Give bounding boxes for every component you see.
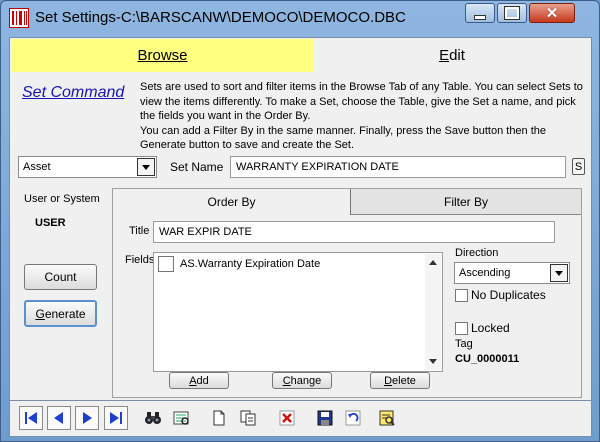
delete-record-button[interactable] [275,406,299,430]
table-select-value: Asset [23,161,51,173]
field-checkbox[interactable] [158,256,174,272]
add-mnemonic: A [189,374,197,387]
list-view-icon [173,411,189,425]
tag-value: CU_0000011 [455,353,520,365]
title-input[interactable]: WAR EXPIR DATE [153,221,555,243]
maximize-button[interactable] [497,3,527,23]
user-or-system-value: USER [35,217,66,229]
tab-browse[interactable]: Browse [11,39,314,72]
tag-label: Tag [455,338,473,350]
delete-mnemonic: D [384,374,393,387]
delete-label: elete [392,374,416,387]
chevron-down-icon[interactable] [137,158,155,176]
find-button[interactable] [141,406,165,430]
help-paragraph: You can add a Filter By in the same mann… [140,124,547,152]
delete-x-icon [279,410,295,426]
save-icon [317,410,333,426]
fields-list[interactable]: AS.Warranty Expiration Date [153,252,443,372]
tab-edit[interactable]: Edit [314,39,590,72]
generate-mnemonic: G [35,306,45,321]
undo-icon [345,410,361,426]
last-record-icon [110,412,122,424]
locked-option[interactable]: Locked [455,321,510,335]
close-icon: ✕ [545,5,559,22]
change-button[interactable]: Change [272,372,332,389]
next-record-icon [83,412,92,424]
no-duplicates-checkbox[interactable] [455,288,468,302]
new-button[interactable] [207,406,231,430]
last-record-button[interactable] [104,406,128,430]
scroll-up-icon[interactable] [429,260,437,265]
tab-filter-by[interactable]: Filter By [351,189,581,215]
first-record-button[interactable] [19,406,43,430]
locked-label: Locked [471,321,510,335]
change-mnemonic: C [282,374,291,387]
record-toolbar [9,401,592,437]
copy-button[interactable] [236,406,260,430]
close-button[interactable]: ✕ [529,3,575,23]
field-label: AS.Warranty Expiration Date [180,258,321,270]
title-bar[interactable]: Set Settings-C:\BARSCANW\DEMOCO\DEMOCO.D… [1,1,599,35]
report-button[interactable] [375,406,399,430]
s-button[interactable]: S [572,158,585,175]
new-document-icon [213,410,225,426]
add-label: dd [196,374,209,387]
count-button[interactable]: Count [24,264,97,290]
list-item[interactable]: AS.Warranty Expiration Date [158,256,320,272]
previous-record-icon [54,412,63,424]
set-name-label: Set Name [170,160,224,174]
settings-window: Set Settings-C:\BARSCANW\DEMOCO\DEMOCO.D… [0,0,600,442]
chevron-down-icon[interactable] [550,264,568,282]
next-record-button[interactable] [75,406,99,430]
binoculars-find-icon [145,412,161,424]
first-record-icon [25,412,37,424]
delete-button[interactable]: Delete [370,372,430,389]
maximize-icon [504,6,520,20]
locked-checkbox[interactable] [455,321,468,335]
undo-button[interactable] [341,406,365,430]
previous-record-button[interactable] [47,406,71,430]
no-duplicates-label: No Duplicates [471,288,546,302]
set-name-input[interactable]: WARRANTY EXPIRATION DATE [230,156,566,178]
window-title: Set Settings-C:\BARSCANW\DEMOCO\DEMOCO.D… [35,9,406,26]
list-view-button[interactable] [169,406,193,430]
direction-label: Direction [455,247,499,259]
main-panel: Browse Edit Set Command Sets are used to… [9,37,592,401]
report-icon [379,410,395,426]
add-button[interactable]: Add [169,372,229,389]
fields-scrollbar[interactable] [425,254,441,370]
copy-icon [240,410,256,426]
no-duplicates-option[interactable]: No Duplicates [455,288,546,302]
help-text: Sets are used to sort and filter items i… [140,80,588,153]
user-or-system-label: User or System [24,193,100,205]
fields-label: Fields [125,254,155,266]
save-button[interactable] [313,406,337,430]
set-command-link[interactable]: Set Command [22,84,124,102]
tab-edit-label: dit [449,47,465,64]
direction-select[interactable]: Ascending [454,262,570,284]
direction-select-value: Ascending [459,267,511,279]
tab-edit-mnemonic: E [439,47,450,64]
change-label: hange [290,374,322,387]
generate-label: enerate [44,306,86,321]
barcode-app-icon [9,8,29,28]
order-filter-panel: Order By Filter By Title WAR EXPIR DATE … [112,188,582,398]
minimize-icon [474,14,486,20]
scroll-down-icon[interactable] [429,359,437,364]
title-label: Title [129,225,150,237]
table-select[interactable]: Asset [18,156,157,178]
minimize-button[interactable] [465,3,495,23]
tab-order-by[interactable]: Order By [113,189,351,215]
generate-button[interactable]: Generate [24,300,97,327]
help-paragraph: Sets are used to sort and filter items i… [140,81,583,122]
